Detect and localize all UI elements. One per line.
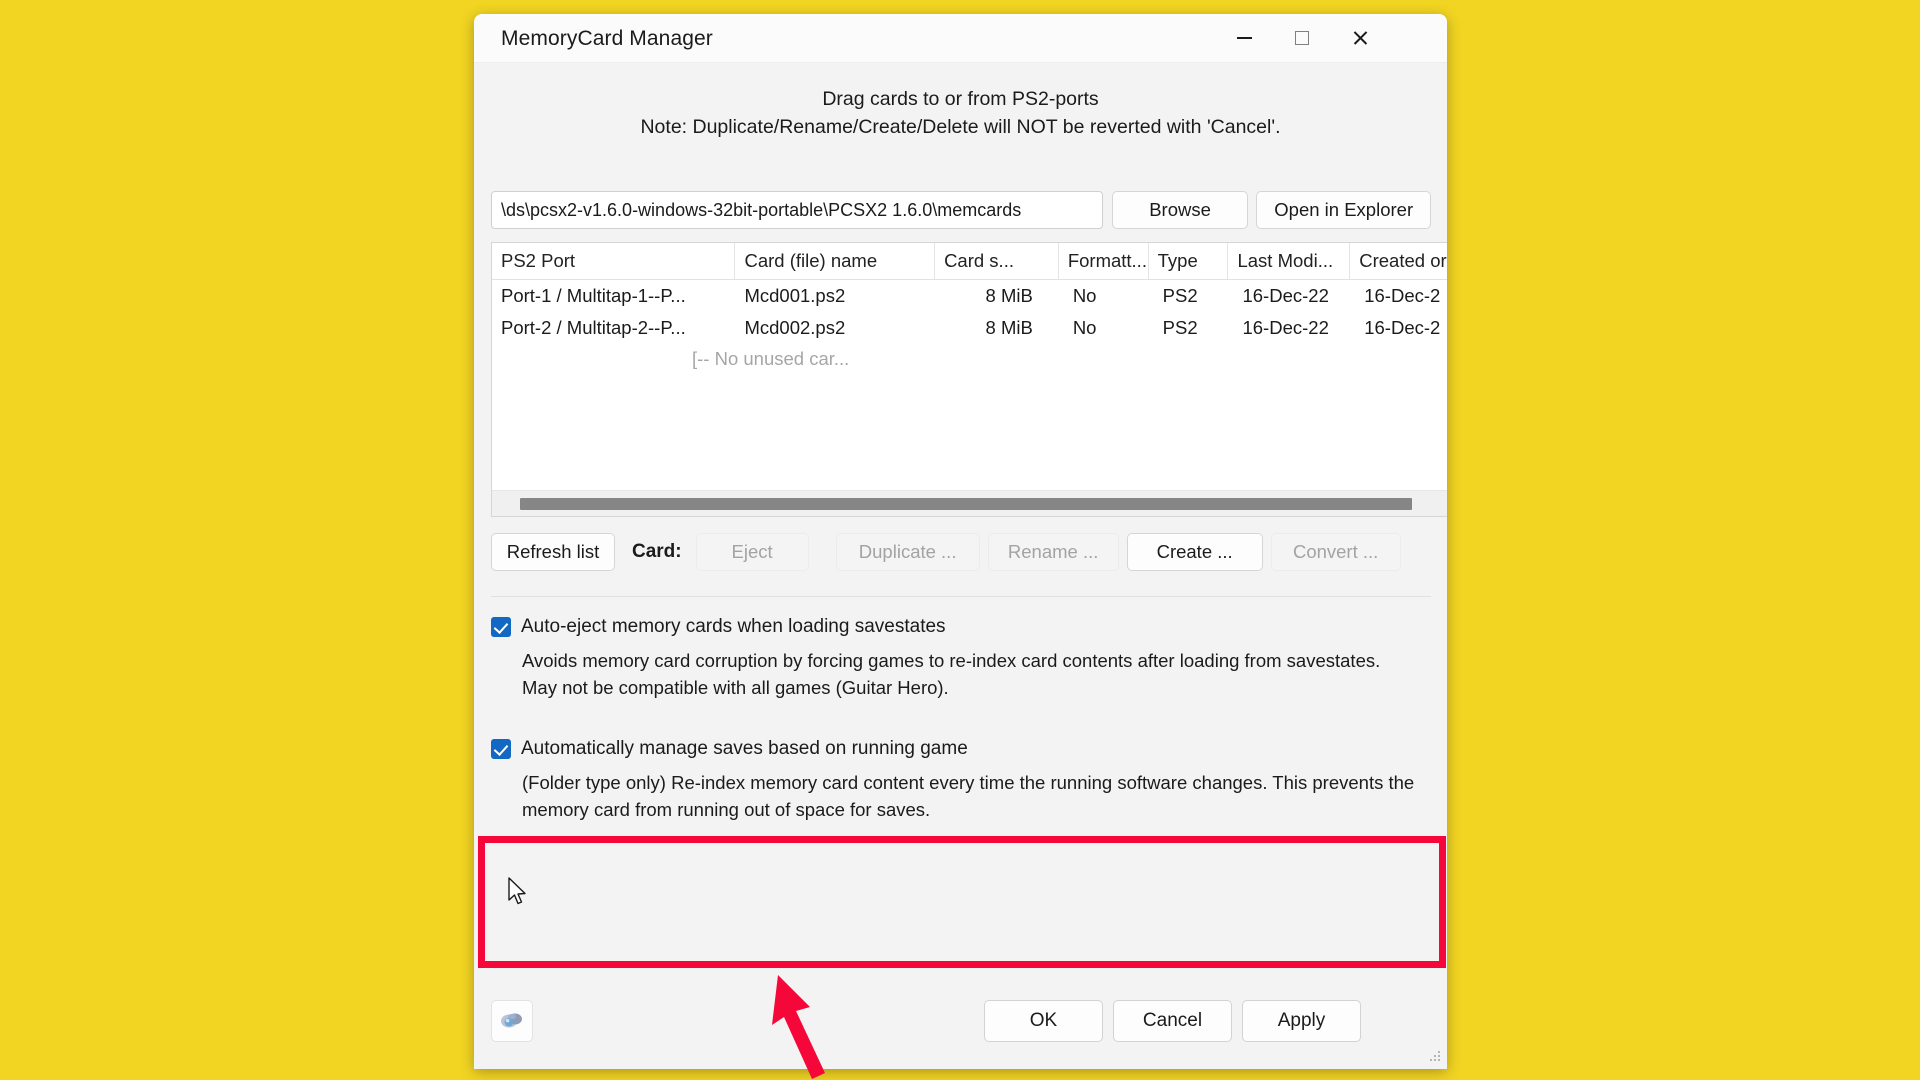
cell-ps2-port: Port-2 / Multitap-2--P... (501, 317, 686, 338)
window-title: MemoryCard Manager (501, 27, 713, 50)
cancel-button[interactable]: Cancel (1113, 1000, 1232, 1042)
instructions-line-2: Note: Duplicate/Rename/Create/Delete wil… (640, 116, 1281, 138)
annotation-arrow-icon (772, 975, 825, 1079)
path-row: \ds\pcsx2-v1.6.0-windows-32bit-portable\… (491, 191, 1431, 229)
cell-card-size: 8 MiB (985, 285, 1033, 306)
cell-type: PS2 (1162, 285, 1198, 306)
cell-card-name: Mcd001.ps2 (744, 285, 846, 306)
desktop-background: MemoryCard Manager Drag cards to or from… (0, 0, 1920, 1080)
minimize-icon (1236, 36, 1252, 39)
auto-manage-saves-checkbox[interactable] (491, 739, 511, 759)
section-divider (491, 596, 1431, 597)
ok-button[interactable]: OK (984, 1000, 1103, 1042)
cell-formatted: No (1072, 317, 1097, 338)
dialog-footer: OK Cancel Apply (474, 989, 1447, 1069)
window-titlebar: MemoryCard Manager (474, 14, 1447, 63)
table-row[interactable]: Port-2 / Multitap-2--P... Mcd002.ps2 8 M… (492, 312, 1447, 344)
auto-eject-label[interactable]: Auto-eject memory cards when loading sav… (521, 614, 946, 640)
minimize-button[interactable] (1215, 14, 1273, 61)
scrollbar-thumb[interactable] (520, 498, 1412, 510)
option-auto-eject: Auto-eject memory cards when loading sav… (491, 614, 1431, 701)
instructions-line-1: Drag cards to or from PS2-ports (822, 88, 1099, 110)
cell-card-name: Mcd002.ps2 (744, 317, 846, 338)
mouse-cursor-icon (508, 877, 526, 905)
refresh-list-button[interactable]: Refresh list (491, 533, 615, 571)
column-header-last-modified[interactable]: Last Modi... (1228, 243, 1351, 279)
cell-created-on: 16-Dec-2 (1364, 285, 1441, 306)
no-unused-cards-row: [-- No unused car... (692, 348, 850, 369)
open-in-explorer-button[interactable]: Open in Explorer (1256, 191, 1431, 229)
column-header-card-size[interactable]: Card s... (935, 243, 1059, 279)
memory-cards-table[interactable]: PS2 Port Card (file) name Card s... Form… (491, 242, 1447, 517)
column-header-type[interactable]: Type (1149, 243, 1229, 279)
close-button[interactable] (1331, 14, 1389, 61)
column-header-formatted[interactable]: Formatt... (1059, 243, 1149, 279)
maximize-icon (1295, 30, 1309, 45)
column-header-ps2-port[interactable]: PS2 Port (492, 243, 736, 279)
memcards-path-input[interactable]: \ds\pcsx2-v1.6.0-windows-32bit-portable\… (491, 191, 1103, 229)
cell-created-on: 16-Dec-2 (1364, 317, 1441, 338)
table-header-row: PS2 Port Card (file) name Card s... Form… (492, 243, 1447, 280)
maximize-button[interactable] (1273, 14, 1331, 61)
cell-last-modified: 16-Dec-22 (1242, 317, 1329, 338)
rename-button[interactable]: Rename ... (987, 533, 1119, 571)
auto-manage-saves-label[interactable]: Automatically manage saves based on runn… (521, 736, 968, 762)
cell-last-modified: 16-Dec-22 (1242, 285, 1329, 306)
column-header-created-on[interactable]: Created or (1350, 243, 1447, 279)
auto-eject-description: Avoids memory card corruption by forcing… (522, 650, 1381, 698)
column-header-card-name[interactable]: Card (file) name (735, 243, 936, 279)
close-icon (1352, 30, 1368, 46)
auto-manage-saves-description: (Folder type only) Re-index memory card … (522, 772, 1415, 820)
card-label: Card: (632, 541, 682, 562)
eject-button[interactable]: Eject (695, 533, 809, 571)
create-button[interactable]: Create ... (1126, 533, 1263, 571)
cell-card-size: 8 MiB (985, 317, 1033, 338)
instructions-text: Drag cards to or from PS2-ports Note: Du… (474, 63, 1447, 141)
apply-button[interactable]: Apply (1242, 1000, 1361, 1042)
convert-button[interactable]: Convert ... (1270, 533, 1401, 571)
cell-ps2-port: Port-1 / Multitap-1--P... (501, 285, 686, 306)
card-actions-toolbar: Refresh list Card: Eject Duplicate ... R… (491, 533, 1401, 571)
option-auto-manage-saves: Automatically manage saves based on runn… (491, 736, 1431, 823)
memorycard-manager-window: MemoryCard Manager Drag cards to or from… (474, 14, 1447, 1069)
auto-eject-checkbox[interactable] (491, 617, 511, 637)
duplicate-button[interactable]: Duplicate ... (835, 533, 980, 571)
cell-formatted: No (1072, 285, 1097, 306)
table-horizontal-scrollbar[interactable] (492, 490, 1447, 516)
pcsx2-logo-icon[interactable] (491, 1000, 533, 1042)
cell-type: PS2 (1162, 317, 1198, 338)
table-row[interactable]: Port-1 / Multitap-1--P... Mcd001.ps2 8 M… (492, 280, 1447, 312)
resize-grip[interactable] (1429, 1051, 1441, 1063)
browse-button[interactable]: Browse (1111, 191, 1249, 229)
